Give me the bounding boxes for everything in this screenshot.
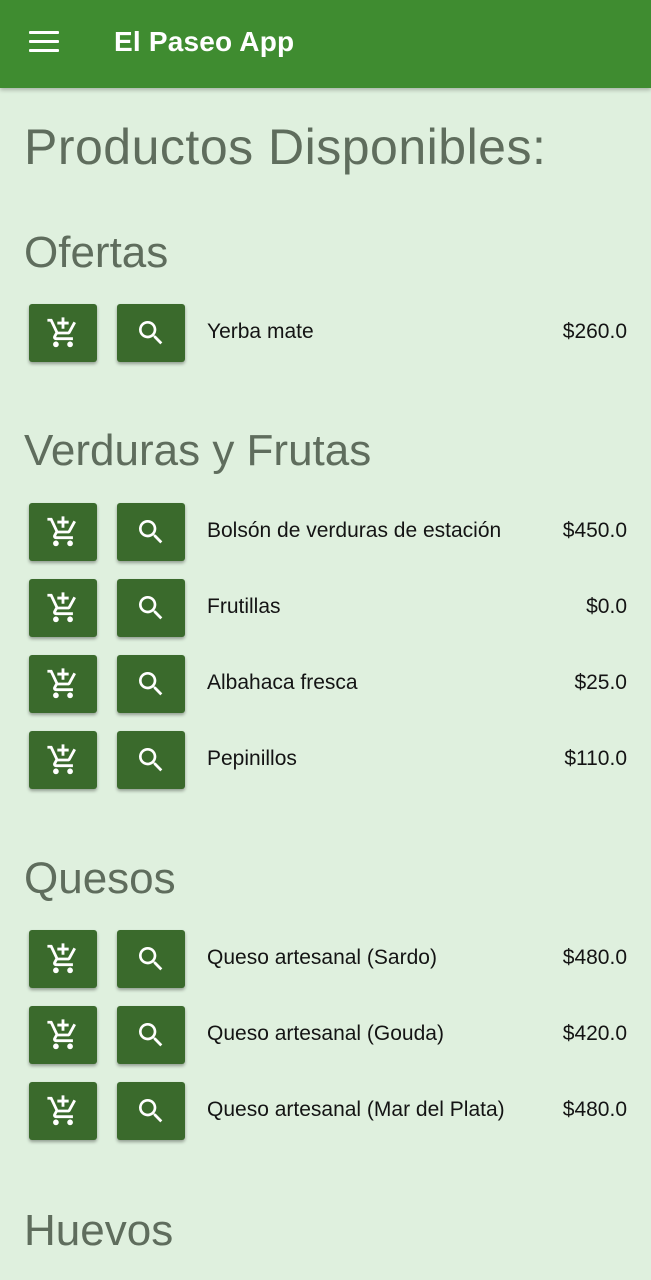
add-to-cart-button[interactable] [29,930,97,988]
product-price: $260.0 [562,320,627,343]
search-icon [139,1023,163,1047]
add-to-cart-button[interactable] [29,731,97,789]
add-shopping-cart-icon [47,592,76,623]
section-title-quesos: Quesos [24,854,176,903]
product-name: Pepinillos [207,747,297,770]
product-name: Bolsón de verduras de estación [207,519,502,542]
product-price: $0.0 [586,595,627,618]
product-name: Albahaca fresca [207,671,358,694]
view-product-button[interactable] [117,1006,185,1064]
add-shopping-cart-icon [47,516,76,547]
product-price: $420.0 [562,1022,627,1045]
section-title-huevos: Huevos [24,1206,174,1255]
add-to-cart-button[interactable] [29,579,97,637]
search-icon [139,596,163,620]
product-row: Frutillas $0.0 [0,579,651,637]
search-icon [139,947,163,971]
add-shopping-cart-icon [47,943,76,974]
search-icon [139,672,163,696]
search-icon [139,520,163,544]
add-to-cart-button[interactable] [29,503,97,561]
section-title-verduras-y-frutas: Verduras y Frutas [24,426,372,475]
product-price: $450.0 [562,519,627,542]
add-shopping-cart-icon [47,1019,76,1050]
product-price: $110.0 [564,747,627,770]
add-to-cart-button[interactable] [29,1082,97,1140]
product-price: $480.0 [562,1098,627,1121]
add-shopping-cart-icon [47,317,76,348]
product-name: Yerba mate [207,320,314,343]
view-product-button[interactable] [117,930,185,988]
product-row: Pepinillos $110.0 [0,731,651,789]
app-title: El Paseo App [114,26,295,57]
product-name: Queso artesanal (Sardo) [207,946,437,969]
menu-icon[interactable] [26,28,64,58]
view-product-button[interactable] [117,655,185,713]
add-to-cart-button[interactable] [29,655,97,713]
view-product-button[interactable] [117,579,185,637]
page-title: Productos Disponibles: [24,119,547,175]
section-title-ofertas: Ofertas [24,228,169,277]
add-to-cart-button[interactable] [29,304,97,362]
product-row: Queso artesanal (Sardo) $480.0 [0,930,651,988]
add-shopping-cart-icon [47,1095,76,1126]
product-list[interactable]: Productos Disponibles: Ofertas Yerba mat… [0,88,651,1280]
product-row: Queso artesanal (Mar del Plata) $480.0 [0,1082,651,1140]
product-row: Yerba mate $260.0 [0,304,651,362]
product-price: $25.0 [574,671,627,694]
view-product-button[interactable] [117,503,185,561]
view-product-button[interactable] [117,304,185,362]
view-product-button[interactable] [117,1082,185,1140]
product-row: Bolsón de verduras de estación $450.0 [0,503,651,561]
app-bar: El Paseo App [0,0,651,88]
search-icon [139,321,163,345]
add-shopping-cart-icon [47,668,76,699]
product-price: $480.0 [562,946,627,969]
product-name: Queso artesanal (Gouda) [207,1022,444,1045]
search-icon [139,748,163,772]
product-name: Queso artesanal (Mar del Plata) [207,1098,505,1121]
add-shopping-cart-icon [47,744,76,775]
product-row: Albahaca fresca $25.0 [0,655,651,713]
search-icon [139,1099,163,1123]
product-name: Frutillas [207,595,281,618]
view-product-button[interactable] [117,731,185,789]
add-to-cart-button[interactable] [29,1006,97,1064]
product-row: Queso artesanal (Gouda) $420.0 [0,1006,651,1064]
